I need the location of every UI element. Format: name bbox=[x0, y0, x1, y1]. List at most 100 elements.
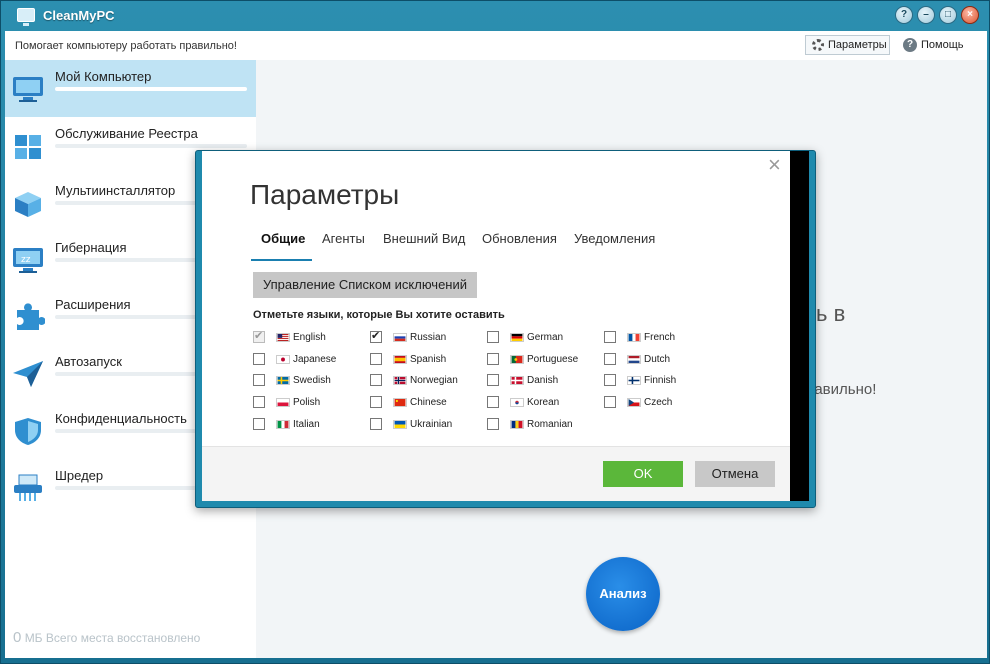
sidebar-item-label: Обслуживание Реестра bbox=[55, 126, 198, 141]
french-checkbox[interactable] bbox=[604, 331, 616, 343]
language-name: Norwegian bbox=[410, 375, 458, 386]
tab-general[interactable]: Общие bbox=[261, 231, 305, 246]
background-subtitle-fragment: равильно! bbox=[806, 381, 877, 398]
denmark-flag-icon bbox=[510, 376, 524, 385]
language-name: Ukrainian bbox=[410, 419, 453, 430]
close-icon[interactable]: × bbox=[768, 154, 781, 176]
tab-agents[interactable]: Агенты bbox=[322, 231, 365, 246]
analyze-button[interactable]: Анализ bbox=[586, 557, 660, 631]
languages-label: Отметьте языки, которые Вы хотите остави… bbox=[253, 309, 505, 321]
ok-button[interactable]: OK bbox=[603, 461, 683, 487]
manage-exclusions-button[interactable]: Управление Списком исключений bbox=[253, 272, 477, 298]
ukraine-flag-icon bbox=[393, 420, 407, 429]
russia-flag-icon bbox=[393, 333, 407, 342]
sidebar-item-label: Гибернация bbox=[55, 240, 127, 255]
germany-flag-icon bbox=[510, 333, 524, 342]
language-name: Swedish bbox=[293, 375, 331, 386]
language-name: Korean bbox=[527, 397, 560, 408]
tab-updates[interactable]: Обновления bbox=[482, 231, 557, 246]
active-tab-indicator bbox=[251, 259, 312, 261]
language-name: Czech bbox=[644, 397, 673, 408]
parameters-dialog: × Параметры Общие Агенты Внешний Вид Обн… bbox=[202, 151, 790, 501]
registry-cubes-icon bbox=[15, 135, 41, 159]
language-name: Romanian bbox=[527, 419, 573, 430]
japanese-checkbox[interactable] bbox=[253, 353, 265, 365]
tab-appearance[interactable]: Внешний Вид bbox=[383, 231, 465, 246]
sidebar-item-progress bbox=[55, 144, 247, 148]
window-minimize-button[interactable]: – bbox=[917, 6, 935, 24]
help-button[interactable]: ? Помощь bbox=[903, 38, 964, 52]
help-button-label: Помощь bbox=[921, 39, 964, 51]
finland-flag-icon bbox=[627, 376, 641, 385]
tab-notifications[interactable]: Уведомления bbox=[574, 231, 655, 246]
space-recovered-text: МБ Всего места восстановлено bbox=[24, 631, 201, 645]
dialog-title: Параметры bbox=[250, 179, 400, 210]
portugal-flag-icon bbox=[510, 355, 524, 364]
russian-checkbox[interactable] bbox=[370, 329, 382, 343]
dutch-checkbox[interactable] bbox=[604, 353, 616, 365]
portuguese-checkbox[interactable] bbox=[487, 353, 499, 365]
cancel-button[interactable]: Отмена bbox=[695, 461, 775, 487]
paper-plane-icon bbox=[13, 361, 43, 387]
monitor-icon bbox=[13, 77, 43, 102]
background-heading-fragment: ь в bbox=[816, 301, 846, 326]
app-monitor-icon bbox=[17, 8, 35, 26]
chinese-checkbox[interactable] bbox=[370, 396, 382, 408]
language-name: Portuguese bbox=[527, 354, 579, 365]
norwegian-checkbox[interactable] bbox=[370, 374, 382, 386]
finnish-checkbox[interactable] bbox=[604, 374, 616, 386]
space-recovered-status: 0 МБ Всего места восстановлено bbox=[13, 629, 200, 646]
german-checkbox[interactable] bbox=[487, 331, 499, 343]
france-flag-icon bbox=[627, 333, 641, 342]
language-name: English bbox=[293, 332, 326, 343]
app-title: CleanMyPC bbox=[43, 8, 115, 23]
korea-flag-icon bbox=[510, 398, 524, 407]
parameters-button[interactable]: Параметры bbox=[805, 35, 890, 55]
language-name: Dutch bbox=[644, 354, 671, 365]
sidebar-item-label: Мой Компьютер bbox=[55, 69, 152, 84]
us-flag-icon bbox=[276, 333, 290, 342]
shield-icon bbox=[15, 418, 41, 445]
language-name: French bbox=[644, 332, 676, 343]
spain-flag-icon bbox=[393, 355, 407, 364]
top-bar: Помогает компьютеру работать правильно! … bbox=[5, 31, 987, 60]
sidebar-item-label: Автозапуск bbox=[55, 354, 122, 369]
czech-flag-icon bbox=[627, 398, 641, 407]
romanian-checkbox[interactable] bbox=[487, 418, 499, 430]
sleep-monitor-icon: zz bbox=[13, 248, 43, 273]
window-maximize-button[interactable]: □ bbox=[939, 6, 957, 24]
language-name: Finnish bbox=[644, 375, 677, 386]
window-close-button[interactable]: × bbox=[961, 6, 979, 24]
spanish-checkbox[interactable] bbox=[370, 353, 382, 365]
danish-checkbox[interactable] bbox=[487, 374, 499, 386]
sidebar-item-label: Шредер bbox=[55, 468, 104, 483]
swedish-checkbox[interactable] bbox=[253, 374, 265, 386]
box-icon bbox=[15, 192, 41, 217]
language-name: Russian bbox=[410, 332, 447, 343]
sweden-flag-icon bbox=[276, 376, 290, 385]
space-recovered-number: 0 bbox=[13, 629, 22, 646]
italian-checkbox[interactable] bbox=[253, 418, 265, 430]
czech-checkbox[interactable] bbox=[604, 396, 616, 408]
title-bar[interactable]: CleanMyPC ? – □ × bbox=[1, 1, 989, 31]
language-name: Spanish bbox=[410, 354, 447, 365]
ukrainian-checkbox[interactable] bbox=[370, 418, 382, 430]
korean-checkbox[interactable] bbox=[487, 396, 499, 408]
language-name: Danish bbox=[527, 375, 559, 386]
romania-flag-icon bbox=[510, 420, 524, 429]
english-checkbox[interactable] bbox=[253, 329, 265, 343]
polish-checkbox[interactable] bbox=[253, 396, 265, 408]
gear-icon bbox=[812, 39, 824, 51]
parameters-button-label: Параметры bbox=[828, 39, 887, 51]
language-name: Italian bbox=[293, 419, 320, 430]
sidebar-item-progress bbox=[55, 87, 247, 91]
italy-flag-icon bbox=[276, 420, 290, 429]
puzzle-icon bbox=[17, 303, 45, 330]
language-name: Japanese bbox=[293, 354, 337, 365]
window-help-button[interactable]: ? bbox=[895, 6, 913, 24]
poland-flag-icon bbox=[276, 398, 290, 407]
sidebar-item-my-computer[interactable]: Мой Компьютер bbox=[5, 60, 256, 117]
dialog-black-strip bbox=[790, 151, 809, 501]
parameters-dialog-frame: × Параметры Общие Агенты Внешний Вид Обн… bbox=[195, 150, 816, 508]
netherlands-flag-icon bbox=[627, 355, 641, 364]
